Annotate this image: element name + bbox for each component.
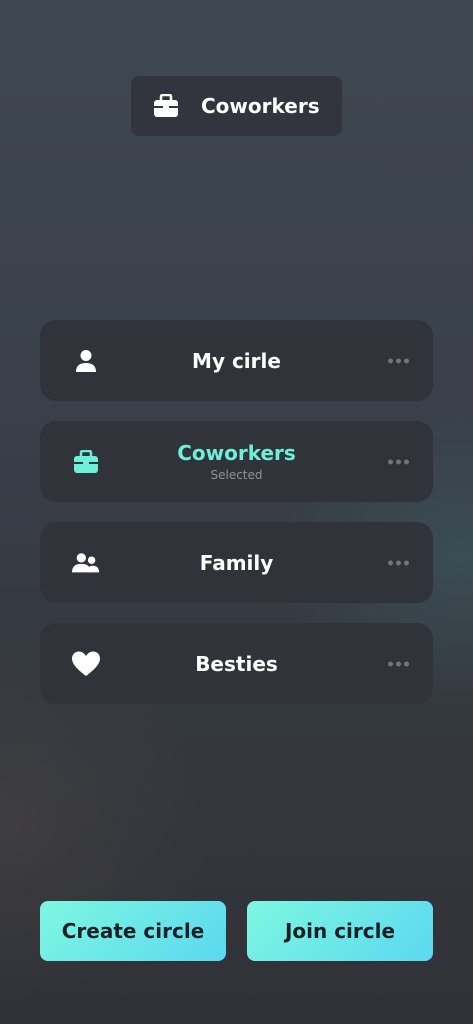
more-options-icon[interactable] bbox=[388, 459, 409, 464]
current-circle-chip[interactable]: Coworkers bbox=[131, 76, 342, 136]
circle-name: Family bbox=[199, 550, 274, 575]
circle-name: Coworkers bbox=[177, 441, 296, 465]
create-circle-button[interactable]: Create circle bbox=[40, 901, 226, 961]
circle-item-family[interactable]: Family bbox=[40, 522, 433, 603]
circle-name: My cirle bbox=[192, 348, 281, 373]
more-options-icon[interactable] bbox=[388, 661, 409, 666]
more-options-icon[interactable] bbox=[388, 358, 409, 363]
selected-label: Selected bbox=[210, 468, 263, 482]
current-circle-label: Coworkers bbox=[201, 94, 320, 118]
circle-item-my-cirle[interactable]: My cirle bbox=[40, 320, 433, 401]
more-options-icon[interactable] bbox=[388, 560, 409, 565]
join-circle-button[interactable]: Join circle bbox=[247, 901, 433, 961]
circle-item-coworkers[interactable]: Coworkers Selected bbox=[40, 421, 433, 502]
briefcase-icon bbox=[153, 94, 179, 118]
circle-name: Besties bbox=[195, 651, 278, 676]
circle-item-besties[interactable]: Besties bbox=[40, 623, 433, 704]
